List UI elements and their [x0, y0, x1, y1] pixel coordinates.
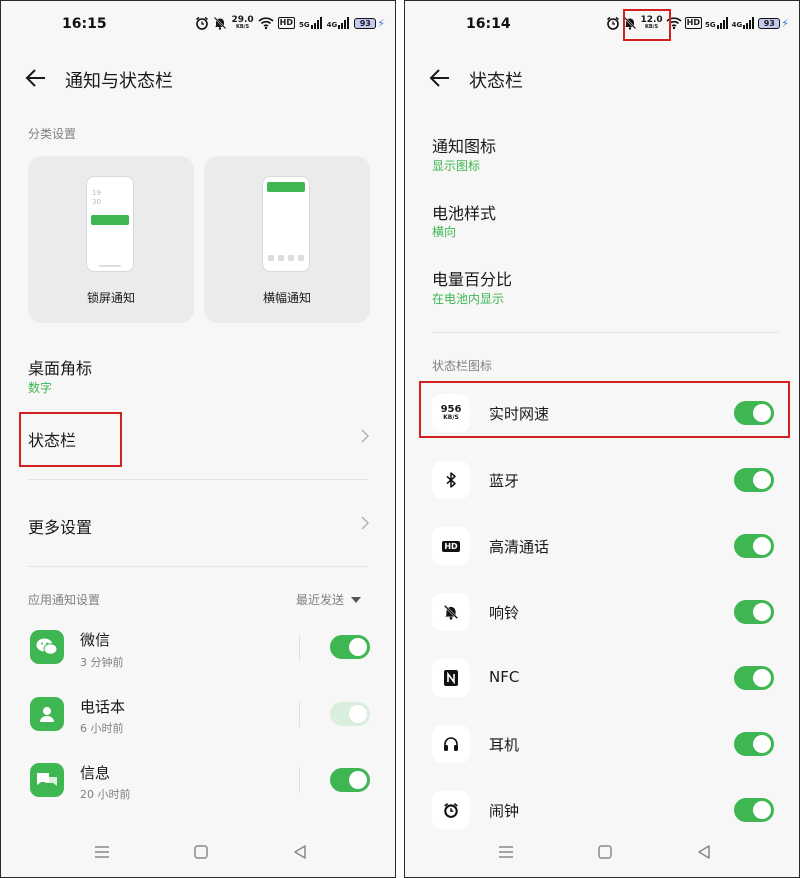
signal-5g-icon: 5G [705, 17, 729, 29]
lockscreen-notification-card[interactable]: 19 30 锁屏通知 [28, 156, 194, 323]
highlight-box [419, 381, 790, 438]
icon-toggle-label: 蓝牙 [489, 472, 520, 490]
alarm-icon [196, 16, 209, 30]
back-arrow-icon[interactable] [25, 67, 47, 89]
wifi-icon [258, 17, 274, 30]
navigation-bar [1, 827, 395, 877]
home-nav-icon[interactable] [193, 845, 209, 859]
category-section-label: 分类设置 [28, 127, 77, 141]
lockscreen-preview: 19 30 [86, 176, 134, 272]
setting-title: 通知图标 [432, 137, 497, 156]
divider [28, 566, 368, 567]
divider [299, 767, 300, 793]
app-last-sent: 3 分钟前 [80, 656, 124, 669]
divider [432, 332, 779, 333]
setting-value: 数字 [28, 381, 53, 395]
nfc-icon [432, 659, 470, 697]
app-name: 信息 [80, 764, 111, 782]
right-phone-screen: 16:14 12.0 KB/S HD 5G 4G 93 ⚡ 状态栏 通知图标 显示图… [404, 0, 800, 878]
app-last-sent: 6 小时前 [80, 722, 124, 735]
chevron-right-icon [361, 429, 370, 443]
messages-toggle[interactable] [330, 768, 370, 792]
alarm-icon [607, 16, 620, 30]
icon-toggle-label: 耳机 [489, 736, 520, 754]
status-bar: 16:14 12.0 KB/S HD 5G 4G 93 ⚡ [405, 1, 799, 51]
highlight-box [623, 9, 671, 41]
page-header: 通知与状态栏 [1, 61, 395, 97]
contacts-toggle[interactable] [330, 702, 370, 726]
dropdown-caret-icon [351, 597, 361, 603]
back-arrow-icon[interactable] [429, 67, 451, 89]
setting-value: 显示图标 [432, 159, 481, 173]
bluetooth-icon [432, 461, 470, 499]
setting-title: 电量百分比 [432, 270, 513, 289]
alarm-icon [432, 791, 470, 829]
icon-toggle-label: NFC [489, 668, 520, 686]
signal-4g-icon: 4G [732, 17, 756, 29]
ringer-toggle[interactable] [734, 600, 774, 624]
wechat-icon [30, 630, 64, 664]
card-label: 横幅通知 [262, 291, 311, 305]
highlight-box [19, 412, 122, 467]
signal-4g-icon: 4G [327, 17, 351, 29]
app-notification-section-label: 应用通知设置 [28, 593, 101, 607]
banner-notification-card[interactable]: 横幅通知 [204, 156, 370, 323]
sort-dropdown-label: 最近发送 [296, 593, 345, 607]
nfc-toggle[interactable] [734, 666, 774, 690]
divider [28, 479, 368, 480]
hd-voice-icon: HD [684, 17, 703, 29]
messages-icon [30, 763, 64, 797]
left-phone-screen: 16:15 29.0 KB/S HD 5G 4G 93 ⚡ 通知与状态栏 分类设置 … [0, 0, 396, 878]
app-name: 微信 [80, 631, 111, 649]
network-speed-indicator: 29.0 KB/S [231, 15, 254, 30]
app-last-sent: 20 小时前 [80, 788, 131, 801]
menu-nav-icon[interactable] [498, 845, 514, 859]
wechat-toggle[interactable] [330, 635, 370, 659]
hd-voice-icon: HD [277, 17, 296, 29]
app-name: 电话本 [80, 698, 126, 716]
icon-toggle-label: 闹钟 [489, 802, 520, 820]
setting-title: 更多设置 [28, 518, 93, 537]
setting-title: 电池样式 [432, 204, 497, 223]
banner-preview [262, 176, 310, 272]
battery-icon: 93 ⚡ [354, 17, 385, 30]
status-bar-icons-section-label: 状态栏图标 [432, 359, 493, 373]
ringer-muted-icon [214, 16, 227, 30]
alarm-toggle[interactable] [734, 798, 774, 822]
navigation-bar [405, 827, 799, 877]
status-bar: 16:15 29.0 KB/S HD 5G 4G 93 ⚡ [1, 1, 395, 51]
card-label: 锁屏通知 [86, 291, 135, 305]
icon-toggle-label: 高清通话 [489, 538, 550, 556]
chevron-right-icon [361, 516, 370, 530]
hd-call-toggle[interactable] [734, 534, 774, 558]
signal-5g-icon: 5G [299, 17, 323, 29]
setting-title: 桌面角标 [28, 359, 93, 378]
back-nav-icon[interactable] [696, 845, 712, 859]
contacts-icon [30, 697, 64, 731]
headphones-toggle[interactable] [734, 732, 774, 756]
divider [299, 701, 300, 727]
home-nav-icon[interactable] [597, 845, 613, 859]
headphones-icon [432, 725, 470, 763]
divider [299, 635, 300, 661]
status-time: 16:14 [466, 16, 511, 32]
page-title: 状态栏 [469, 71, 523, 92]
bluetooth-toggle[interactable] [734, 468, 774, 492]
page-title: 通知与状态栏 [65, 71, 173, 92]
ringer-muted-icon [432, 593, 470, 631]
page-header: 状态栏 [405, 61, 799, 97]
setting-value: 横向 [432, 225, 457, 239]
menu-nav-icon[interactable] [94, 845, 110, 859]
setting-value: 在电池内显示 [432, 292, 505, 306]
back-nav-icon[interactable] [292, 845, 308, 859]
status-time: 16:15 [62, 16, 107, 32]
icon-toggle-label: 响铃 [489, 604, 520, 622]
battery-icon: 93 ⚡ [758, 17, 789, 30]
hd-call-icon: HD [432, 527, 470, 565]
